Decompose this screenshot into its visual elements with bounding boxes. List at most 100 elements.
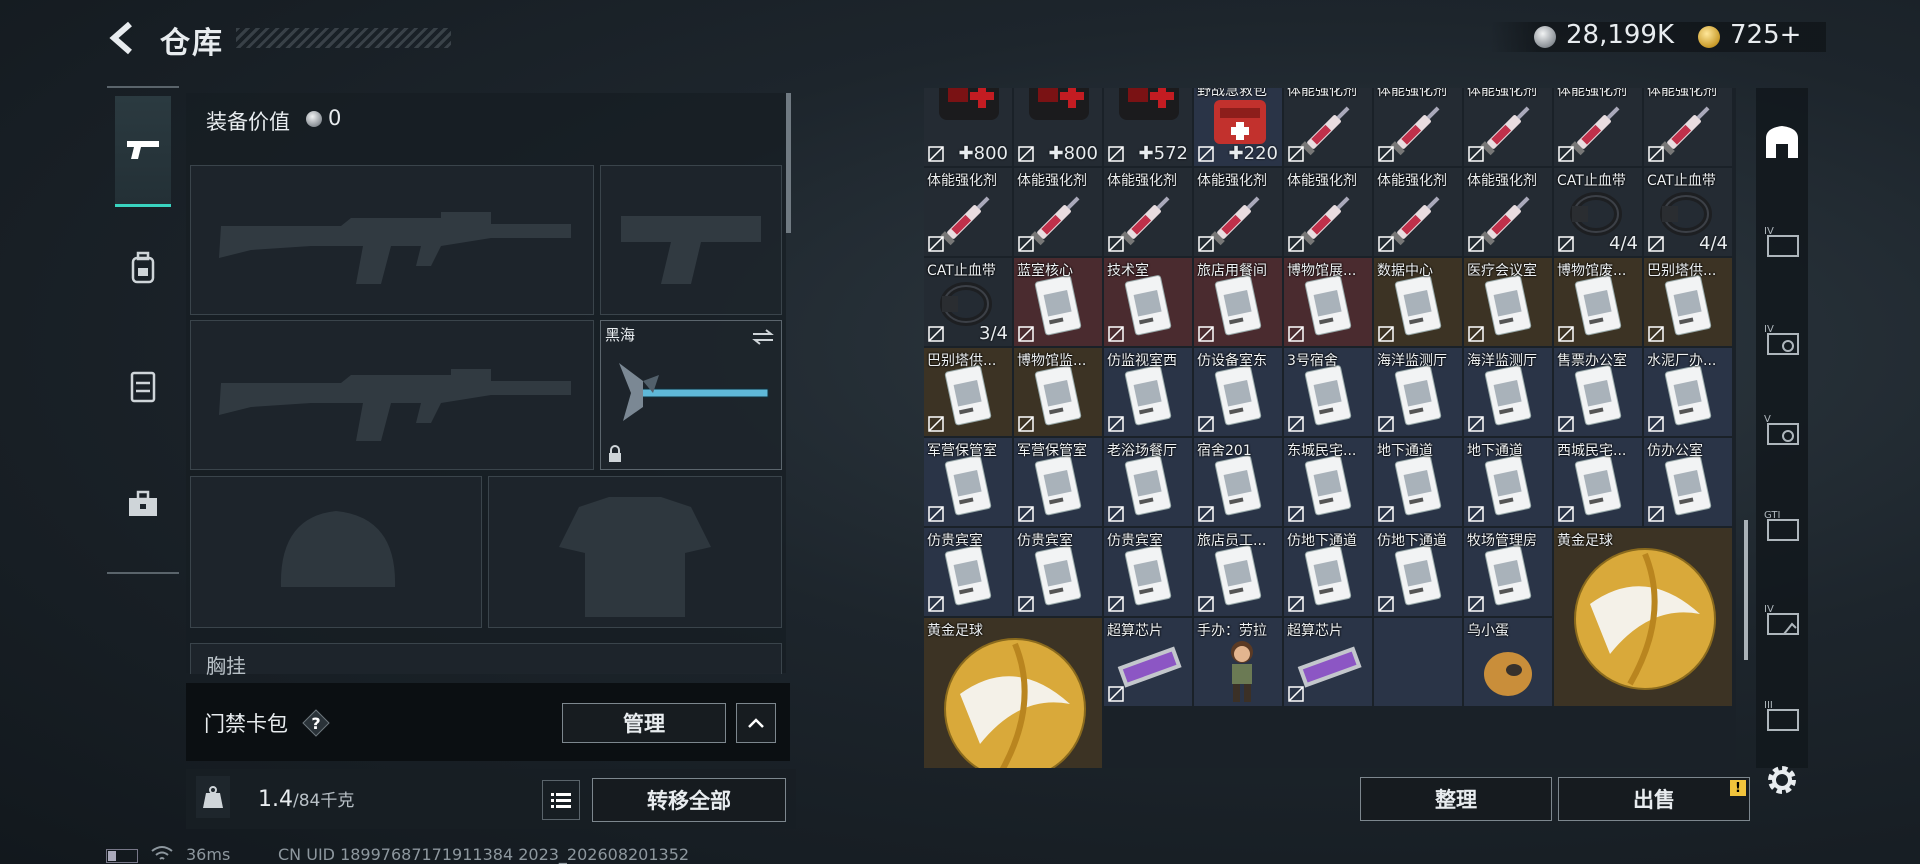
gold-amount[interactable]: 725+ (1730, 20, 1801, 50)
warehouse-item-syringe[interactable]: 体能强化剂 (1464, 88, 1552, 166)
tab-vest[interactable] (115, 358, 171, 414)
chest-rig-slot[interactable] (190, 643, 782, 674)
gold-add-icon[interactable]: + (1780, 20, 1802, 50)
warehouse-item-ball[interactable]: 黄金足球 (924, 618, 1102, 768)
warehouse-item-egg[interactable]: 乌小蛋 (1464, 618, 1552, 706)
unbound-icon (928, 326, 944, 342)
tab-case-iv-camera[interactable]: IV (1756, 310, 1808, 370)
manage-button[interactable]: 管理 (562, 703, 726, 743)
warehouse-item-card[interactable]: 西城民宅... (1554, 438, 1642, 526)
pistol-slot[interactable] (600, 165, 782, 315)
sell-button[interactable]: 出售 (1558, 777, 1750, 821)
collapse-button[interactable] (736, 703, 776, 743)
warehouse-item-figure[interactable]: 手办：劳拉 (1194, 618, 1282, 706)
warehouse-item-card[interactable]: 海洋监测厅 (1464, 348, 1552, 436)
unbound-icon (1288, 416, 1304, 432)
gear-icon[interactable] (1762, 760, 1802, 800)
warehouse-item-card[interactable]: 牧场管理房 (1464, 528, 1552, 616)
tab-case-iv[interactable]: IV (1756, 212, 1808, 272)
warehouse-item-tourniquet[interactable]: CAT止血带 4/4 (1554, 168, 1642, 256)
back-arrow-icon[interactable] (104, 18, 144, 58)
warehouse-item-syringe[interactable]: 体能强化剂 (1284, 168, 1372, 256)
warehouse-item-syringe[interactable]: 体能强化剂 (1464, 168, 1552, 256)
transfer-all-button[interactable]: 转移全部 (592, 778, 786, 822)
warehouse-item-card[interactable]: 老浴场餐厅 (1104, 438, 1192, 526)
unbound-icon (1108, 596, 1124, 612)
warehouse-item-card[interactable]: 仿办公室 (1644, 438, 1732, 526)
warehouse-item-card[interactable]: 售票办公室 (1554, 348, 1642, 436)
warehouse-item-syringe[interactable]: 体能强化剂 (1554, 88, 1642, 166)
warehouse-item-card[interactable]: 仿贵宾室 (924, 528, 1012, 616)
list-view-button[interactable] (542, 780, 580, 820)
loadout-scrollbar[interactable] (786, 93, 791, 233)
warehouse-item-card[interactable]: 旅店员工... (1194, 528, 1282, 616)
warehouse-item-ball[interactable]: 黄金足球 (1554, 528, 1732, 706)
warehouse-item-card[interactable]: 地下通道 (1464, 438, 1552, 526)
warehouse-item-syringe[interactable]: 体能强化剂 (1374, 168, 1462, 256)
warehouse-item-syringe[interactable]: 体能强化剂 (1194, 168, 1282, 256)
tab-backpack[interactable] (115, 240, 171, 296)
warehouse-item-syringe[interactable]: 体能强化剂 (1644, 88, 1732, 166)
warehouse-item-tourniquet[interactable]: CAT止血带 3/4 (924, 258, 1012, 346)
warehouse-item-card[interactable]: 军营保管室 (1014, 438, 1102, 526)
warehouse-item-card[interactable]: 博物馆废... (1554, 258, 1642, 346)
unbound-icon (1648, 326, 1664, 342)
tab-case-iii[interactable]: III (1756, 686, 1808, 746)
tab-case-v[interactable]: V (1756, 400, 1808, 460)
warehouse-item-card[interactable]: 地下通道 (1374, 438, 1462, 526)
warehouse-item-card[interactable]: 博物馆展... (1284, 258, 1372, 346)
warehouse-item-syringe[interactable]: 体能强化剂 (1374, 88, 1462, 166)
item-quantity: ✚220 (1228, 143, 1278, 164)
warehouse-item-card[interactable]: 仿监视室西 (1104, 348, 1192, 436)
warehouse-item-syringe[interactable]: 体能强化剂 (924, 168, 1012, 256)
warehouse-item-card[interactable]: 数据中心 (1374, 258, 1462, 346)
warehouse-item-card[interactable]: 巴别塔供... (1644, 258, 1732, 346)
item-name: 宿舍201 (1197, 443, 1252, 459)
warehouse-item-card[interactable]: 仿设备室东 (1194, 348, 1282, 436)
primary-weapon-slot-2[interactable] (190, 320, 594, 470)
help-icon[interactable]: ? (300, 707, 332, 739)
warehouse-item-card[interactable]: 仿地下通道 (1284, 528, 1372, 616)
tab-home[interactable] (1756, 112, 1808, 172)
warehouse-item-empty[interactable] (1374, 618, 1462, 706)
tab-toolbox[interactable] (115, 476, 171, 532)
warehouse-item-card[interactable]: 巴别塔供... (924, 348, 1012, 436)
warehouse-item-card[interactable]: 蓝室核心 (1014, 258, 1102, 346)
warehouse-item-card[interactable]: 宿舍201 (1194, 438, 1282, 526)
swap-icon[interactable] (751, 329, 775, 345)
warehouse-item-syringe[interactable]: 体能强化剂 (1014, 168, 1102, 256)
warehouse-item-syringe[interactable]: 体能强化剂 (1284, 88, 1372, 166)
warehouse-item-card[interactable]: 海洋监测厅 (1374, 348, 1462, 436)
warehouse-item-card[interactable]: 医疗会议室 (1464, 258, 1552, 346)
primary-weapon-slot-1[interactable] (190, 165, 594, 315)
warehouse-item-medkit2[interactable]: 野战急救包 ✚220 (1194, 88, 1282, 166)
warehouse-item-card[interactable]: 3号宿舍 (1284, 348, 1372, 436)
unbound-icon (1468, 506, 1484, 522)
warehouse-item-syringe[interactable]: 体能强化剂 (1104, 168, 1192, 256)
warehouse-item-card[interactable]: 仿贵宾室 (1014, 528, 1102, 616)
warehouse-item-medkit[interactable]: ✚800 (1014, 88, 1102, 166)
warehouse-item-card[interactable]: 东城民宅... (1284, 438, 1372, 526)
item-name: 博物馆展... (1287, 263, 1357, 279)
warehouse-scrollbar[interactable] (1744, 520, 1748, 660)
warehouse-item-card[interactable]: 水泥厂办... (1644, 348, 1732, 436)
warehouse-item-card[interactable]: 旅店用餐间 (1194, 258, 1282, 346)
sort-button[interactable]: 整理 (1360, 777, 1552, 821)
warehouse-item-chip[interactable]: 超算芯片 (1284, 618, 1372, 706)
helmet-slot[interactable] (190, 476, 482, 628)
tab-case-gti[interactable]: GTI (1756, 496, 1808, 556)
armor-slot[interactable] (488, 476, 782, 628)
item-name: 海洋监测厅 (1467, 353, 1537, 369)
warehouse-item-medkit[interactable]: ✚800 (924, 88, 1012, 166)
unbound-icon (1378, 326, 1394, 342)
warehouse-item-card[interactable]: 军营保管室 (924, 438, 1012, 526)
warehouse-item-card[interactable]: 技术室 (1104, 258, 1192, 346)
warehouse-item-card[interactable]: 仿贵宾室 (1104, 528, 1192, 616)
warehouse-item-chip[interactable]: 超算芯片 (1104, 618, 1192, 706)
tab-weapons[interactable] (115, 96, 171, 207)
warehouse-item-medkit[interactable]: ✚572 (1104, 88, 1192, 166)
warehouse-item-card[interactable]: 仿地下通道 (1374, 528, 1462, 616)
warehouse-item-card[interactable]: 博物馆监... (1014, 348, 1102, 436)
warehouse-item-tourniquet[interactable]: CAT止血带 4/4 (1644, 168, 1732, 256)
tab-case-iv-hand[interactable]: IV (1756, 590, 1808, 650)
